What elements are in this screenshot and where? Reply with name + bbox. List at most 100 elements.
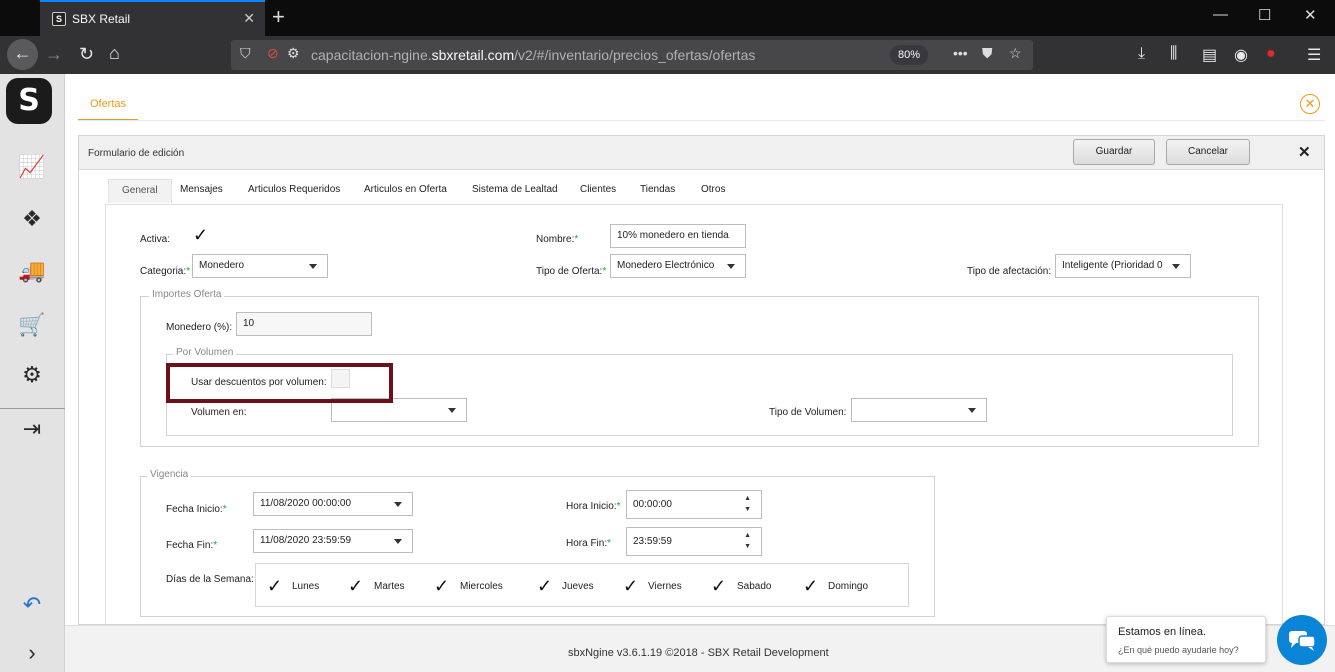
- page-tab-underline: [78, 120, 1325, 121]
- spinner-up-icon[interactable]: ▲: [744, 532, 751, 540]
- library-icon[interactable]: ⫼: [1170, 45, 1177, 63]
- tab-general[interactable]: General: [108, 179, 172, 203]
- activa-label: Activa:: [140, 234, 171, 245]
- spinner-down-icon[interactable]: ▼: [744, 506, 751, 514]
- dia-miercoles-checkbox[interactable]: ✓: [434, 577, 452, 595]
- dia-martes-checkbox[interactable]: ✓: [348, 577, 366, 595]
- tipo-volumen-label: Tipo de Volumen:: [769, 407, 847, 418]
- por-volumen-legend: Por Volumen: [173, 347, 237, 358]
- url-bar[interactable]: ⛉ ⊘ ⚙ capacitacion-ngine.sbxretail.com/v…: [231, 40, 1033, 70]
- sidebar-divider: [0, 408, 65, 409]
- dia-jueves-checkbox[interactable]: ✓: [537, 577, 555, 595]
- tab-articulos-en-oferta[interactable]: Articulos en Oferta: [351, 179, 460, 203]
- logout-icon[interactable]: ⇥: [16, 416, 48, 446]
- truck-icon[interactable]: 🚚: [16, 258, 48, 288]
- activa-checkbox[interactable]: ✓: [193, 226, 211, 244]
- tracking-shield-icon[interactable]: ⛉: [240, 45, 251, 62]
- tab-mensajes[interactable]: Mensajes: [167, 179, 236, 203]
- panel-title: Formulario de edición: [88, 148, 185, 159]
- close-page-icon[interactable]: ✕: [1300, 94, 1320, 114]
- importes-oferta-legend: Importes Oferta: [149, 289, 225, 300]
- pocket-icon[interactable]: ⛊: [982, 45, 993, 62]
- close-form-icon[interactable]: ✕: [1298, 143, 1311, 161]
- dias-semana-label: Días de la Semana:: [166, 574, 254, 585]
- tab-articulos-requeridos[interactable]: Articulos Requeridos: [235, 179, 353, 203]
- settings-icon[interactable]: ⚙: [16, 362, 48, 392]
- sbx-logo[interactable]: S: [6, 78, 52, 124]
- chat-subtitle: ¿En qué puedo ayudarle hoy?: [1118, 645, 1239, 655]
- expand-sidebar-icon[interactable]: ›: [16, 640, 48, 670]
- undo-icon[interactable]: ↶: [16, 592, 48, 622]
- spinner-up-icon[interactable]: ▲: [744, 495, 751, 503]
- browser-tab[interactable]: S SBX Retail ✕: [40, 0, 265, 36]
- tipo-afectacion-select[interactable]: Inteligente (Prioridad 0: [1055, 254, 1191, 278]
- monedero-input[interactable]: 10: [236, 312, 372, 336]
- hora-fin-value: 23:59:59: [633, 536, 672, 547]
- edit-form-panel: Formulario de edición Guardar Cancelar ✕…: [78, 135, 1325, 625]
- chat-button[interactable]: [1277, 615, 1327, 665]
- dropbox-icon[interactable]: ❖: [16, 206, 48, 236]
- page-tab-ofertas[interactable]: Ofertas: [78, 92, 138, 121]
- hora-inicio-input[interactable]: 00:00:00 ▲ ▼: [626, 490, 762, 519]
- nombre-input[interactable]: 10% monedero en tienda: [610, 224, 746, 248]
- dia-lunes-checkbox[interactable]: ✓: [267, 577, 285, 595]
- dia-domingo-label: Domingo: [828, 581, 869, 592]
- tipo-oferta-select[interactable]: Monedero Electrónico: [610, 254, 746, 278]
- menu-icon[interactable]: ☰: [1307, 45, 1321, 65]
- insecure-lock-icon[interactable]: ⊘: [267, 45, 279, 62]
- analytics-icon[interactable]: 📈: [16, 154, 48, 184]
- dia-sabado-checkbox[interactable]: ✓: [711, 577, 729, 595]
- close-tab-icon[interactable]: ✕: [243, 10, 255, 27]
- addon-icon[interactable]: ●: [1266, 45, 1276, 63]
- minimize-window-icon[interactable]: —: [1213, 6, 1228, 23]
- footer-text: sbxNgine v3.6.1.19 ©2018 - SBX Retail De…: [568, 647, 829, 659]
- dia-sabado-label: Sabado: [737, 581, 772, 592]
- new-tab-icon[interactable]: +: [272, 4, 285, 30]
- highlight-box: [166, 363, 393, 403]
- chevron-down-icon: [394, 502, 402, 507]
- tab-otros[interactable]: Otros: [688, 179, 738, 203]
- fecha-fin-label: Fecha Fin:*: [166, 540, 218, 551]
- save-button[interactable]: Guardar: [1073, 139, 1155, 165]
- bookmark-star-icon[interactable]: ☆: [1009, 45, 1022, 62]
- tipo-oferta-label: Tipo de Oferta:*: [536, 266, 607, 277]
- zoom-level[interactable]: 80%: [890, 45, 928, 65]
- sidebar-toggle-icon[interactable]: ▤: [1202, 45, 1217, 65]
- tipo-oferta-value: Monedero Electrónico: [617, 260, 715, 271]
- main-area: Ofertas ✕ Formulario de edición Guardar …: [65, 74, 1335, 672]
- fecha-inicio-value: 11/08/2020 00:00:00: [260, 498, 352, 509]
- page-actions-icon[interactable]: •••: [953, 45, 968, 61]
- app-sidebar: S 📈 ❖ 🚚 🛒 ⚙ ⇥ ↶ ›: [0, 74, 65, 672]
- maximize-window-icon[interactable]: ☐: [1258, 6, 1271, 24]
- tab-clientes[interactable]: Clientes: [567, 179, 629, 203]
- hora-fin-input[interactable]: 23:59:59 ▲ ▼: [626, 527, 762, 556]
- categoria-select[interactable]: Monedero: [192, 254, 328, 278]
- categoria-value: Monedero: [199, 260, 245, 271]
- dia-martes-label: Martes: [374, 581, 405, 592]
- close-window-icon[interactable]: ✕: [1304, 6, 1317, 24]
- dia-domingo-checkbox[interactable]: ✓: [803, 577, 821, 595]
- fecha-fin-picker[interactable]: 11/08/2020 23:59:59: [253, 529, 413, 553]
- tipo-volumen-select[interactable]: [851, 398, 987, 422]
- url-text: capacitacion-ngine.sbxretail.com/v2/#/in…: [311, 47, 756, 63]
- chevron-down-icon: [309, 264, 317, 269]
- dia-lunes-label: Lunes: [292, 581, 320, 592]
- reload-icon[interactable]: ↻: [79, 44, 94, 65]
- cancel-button[interactable]: Cancelar: [1166, 139, 1250, 165]
- fecha-inicio-picker[interactable]: 11/08/2020 00:00:00: [253, 492, 413, 516]
- tab-sistema-de-lealtad[interactable]: Sistema de Lealtad: [459, 179, 571, 203]
- account-icon[interactable]: ◉: [1234, 45, 1248, 65]
- forward-icon[interactable]: →: [45, 44, 63, 65]
- cart-icon[interactable]: 🛒: [16, 312, 48, 342]
- downloads-icon[interactable]: ⤓: [1138, 45, 1145, 63]
- hora-inicio-label: Hora Inicio:*: [566, 501, 621, 512]
- back-icon[interactable]: ←: [7, 39, 38, 70]
- chat-bubble[interactable]: Estamos en línea. ¿En qué puedo ayudarle…: [1106, 616, 1266, 663]
- vigencia-legend: Vigencia: [147, 469, 192, 480]
- spinner-down-icon[interactable]: ▼: [744, 543, 751, 551]
- tab-tiendas[interactable]: Tiendas: [627, 179, 688, 203]
- home-icon[interactable]: ⌂: [109, 43, 120, 64]
- permissions-icon[interactable]: ⚙: [287, 45, 300, 62]
- dia-viernes-checkbox[interactable]: ✓: [623, 577, 641, 595]
- chevron-down-icon: [968, 408, 976, 413]
